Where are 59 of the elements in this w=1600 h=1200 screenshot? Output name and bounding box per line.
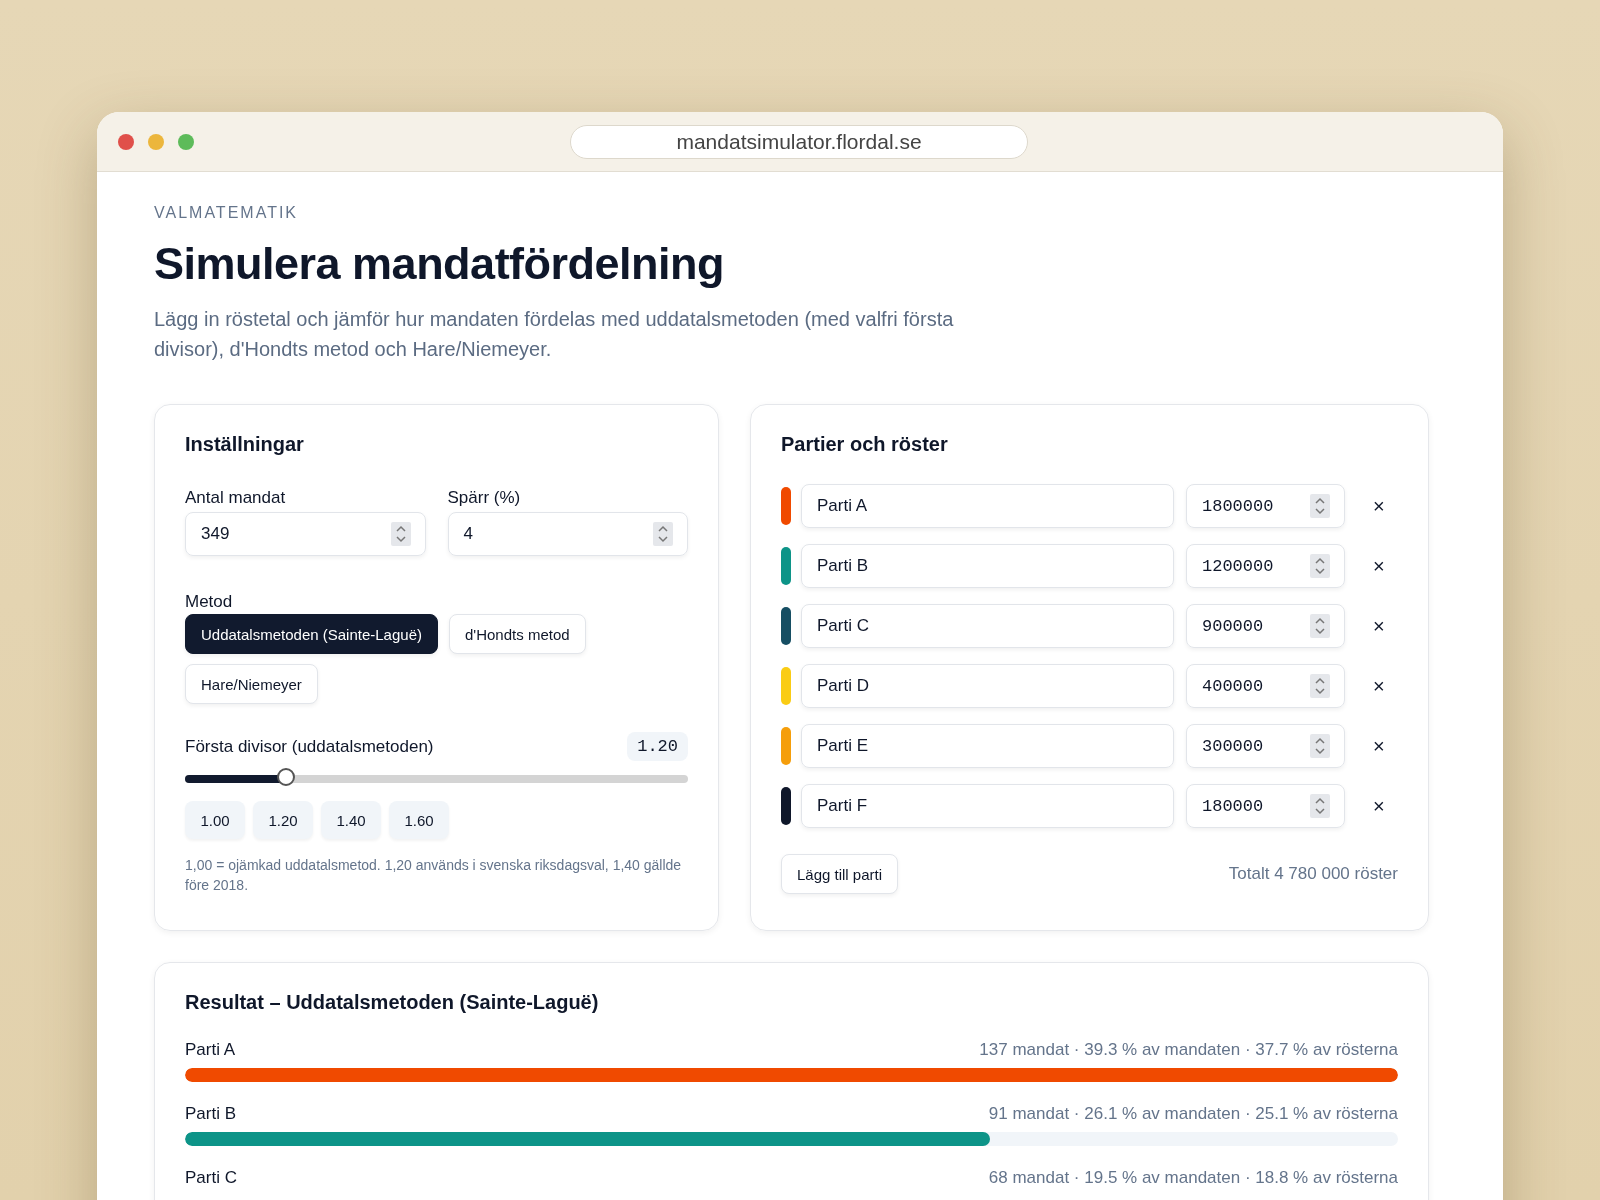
address-bar[interactable]: mandatsimulator.flordal.se bbox=[570, 125, 1028, 159]
remove-button[interactable]: × bbox=[1367, 674, 1391, 698]
remove-button[interactable]: × bbox=[1367, 494, 1391, 518]
slider-value: 1.20 bbox=[627, 732, 688, 761]
remove-button[interactable]: × bbox=[1367, 554, 1391, 578]
slider-label: Första divisor (uddatalsmetoden) bbox=[185, 736, 434, 757]
spinner-icon[interactable] bbox=[390, 522, 411, 546]
card-title: Resultat – Uddatalsmetoden (Sainte-Laguë) bbox=[185, 991, 600, 1014]
party-name-field[interactable]: Parti C bbox=[801, 604, 1174, 648]
votes-field[interactable]: 900000 bbox=[1186, 604, 1345, 648]
spinner-icon[interactable] bbox=[1310, 674, 1330, 698]
spinner-icon[interactable] bbox=[1310, 554, 1330, 578]
result-summary: 68 mandat · 19.5 % av mandaten · 18.8 % av rösterna bbox=[988, 1168, 1398, 1188]
page-description: Lägg in röstetal och jämför hur mandaten fördelas med uddatalsmetoden (med valfri första divisor), d'Hondts metod och Hare/Niemeyer. bbox=[154, 307, 955, 362]
party-name-field[interactable]: Parti E bbox=[801, 724, 1174, 768]
votes-field[interactable]: 1200000 bbox=[1186, 544, 1345, 588]
votes-field[interactable]: 300000 bbox=[1186, 724, 1345, 768]
method-button[interactable]: d'Hondts metod bbox=[449, 614, 586, 654]
spinner-icon[interactable] bbox=[1310, 494, 1330, 518]
slider-thumb[interactable] bbox=[276, 768, 295, 786]
help-text: 1,00 = ojämkad uddatalsmetod. 1,20 används i svenska riksdagsval, 1,40 gällde före 2018. bbox=[185, 856, 683, 895]
page-title: Simulera mandatfördelning bbox=[154, 238, 726, 290]
result-summary: 91 mandat · 26.1 % av mandaten · 25.1 % av rösterna bbox=[988, 1104, 1398, 1124]
maximize-icon[interactable] bbox=[178, 133, 194, 150]
add-party-button[interactable]: Lägg till parti bbox=[781, 854, 899, 894]
number-field[interactable]: 4 bbox=[447, 512, 688, 556]
total-votes: Totalt 4 780 000 röster bbox=[1228, 864, 1398, 884]
spinner-icon[interactable] bbox=[1310, 734, 1330, 758]
remove-button[interactable]: × bbox=[1367, 734, 1391, 758]
card-title: Partier och röster bbox=[781, 433, 949, 456]
party-name-field[interactable]: Parti D bbox=[801, 664, 1174, 708]
votes-field[interactable]: 1800000 bbox=[1186, 484, 1345, 528]
preset-button[interactable]: 1.40 bbox=[321, 801, 381, 839]
field-label: Antal mandat bbox=[185, 488, 287, 508]
party-name: Parti B bbox=[185, 1104, 237, 1124]
votes-field[interactable]: 180000 bbox=[1186, 784, 1345, 828]
party-name-field[interactable]: Parti B bbox=[801, 544, 1174, 588]
eyebrow-label: VALMATEMATIK bbox=[154, 204, 299, 222]
preset-button[interactable]: 1.00 bbox=[185, 801, 245, 839]
result-summary: 137 mandat · 39.3 % av mandaten · 37.7 % av rösterna bbox=[979, 1040, 1398, 1060]
card-title: Inställningar bbox=[185, 433, 305, 456]
party-name: Parti A bbox=[185, 1040, 236, 1060]
spinner-icon[interactable] bbox=[1310, 614, 1330, 638]
remove-button[interactable]: × bbox=[1367, 794, 1391, 818]
remove-button[interactable]: × bbox=[1367, 614, 1391, 638]
field-label: Metod bbox=[185, 592, 234, 612]
party-name: Parti C bbox=[185, 1168, 237, 1188]
close-icon[interactable] bbox=[118, 133, 134, 150]
method-button[interactable]: Uddatalsmetoden (Sainte-Laguë) bbox=[185, 614, 438, 654]
field-label: Spärr (%) bbox=[447, 488, 522, 508]
party-name-field[interactable]: Parti A bbox=[801, 484, 1174, 528]
preset-button[interactable]: 1.20 bbox=[253, 801, 313, 839]
spinner-icon[interactable] bbox=[1310, 794, 1330, 818]
spinner-icon[interactable] bbox=[653, 522, 673, 546]
party-name-field[interactable]: Parti F bbox=[801, 784, 1174, 828]
votes-field[interactable]: 400000 bbox=[1186, 664, 1345, 708]
number-field[interactable]: 349 bbox=[185, 512, 426, 556]
method-button[interactable]: Hare/Niemeyer bbox=[185, 664, 318, 704]
preset-button[interactable]: 1.60 bbox=[389, 801, 449, 839]
